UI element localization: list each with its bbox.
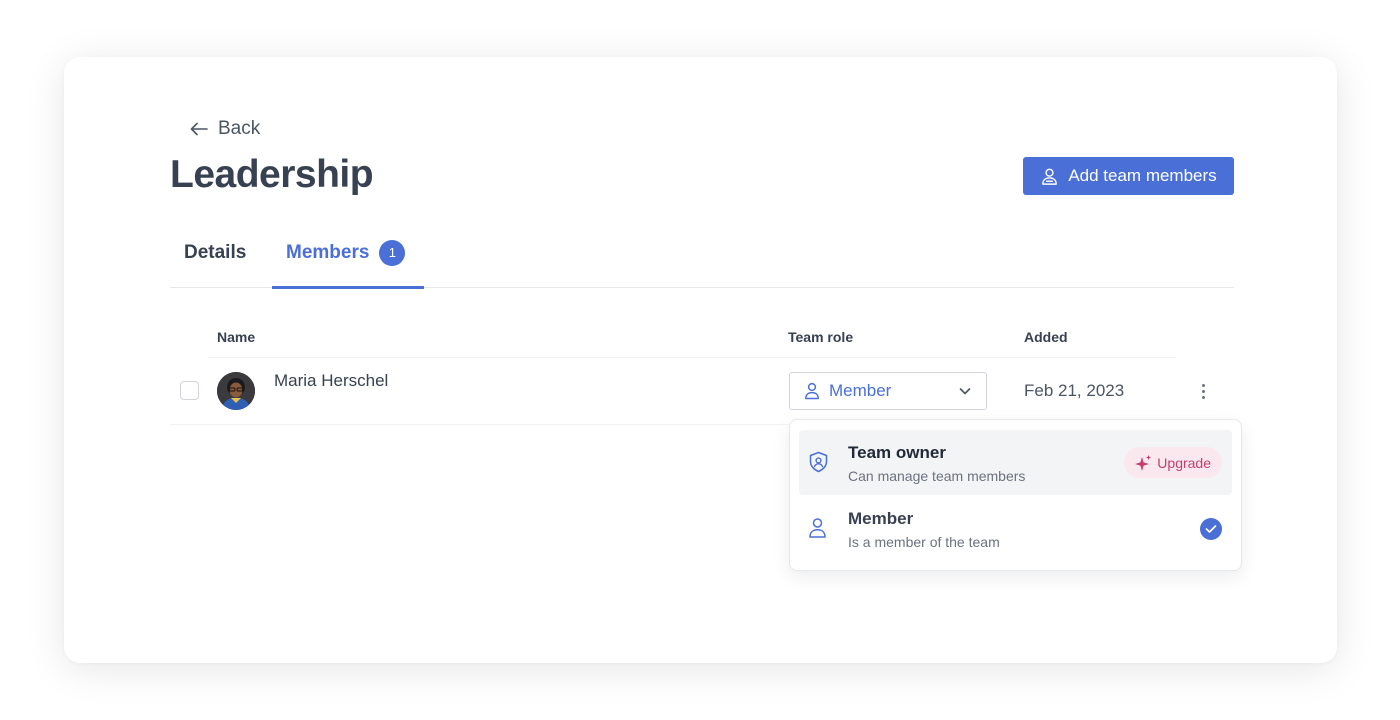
tab-details-label: Details	[184, 241, 247, 263]
tab-details[interactable]: Details	[184, 217, 246, 288]
header-divider	[208, 357, 1176, 358]
tab-members-label: Members	[286, 241, 370, 263]
role-option-description: Can manage team members	[848, 468, 1026, 484]
added-date: Feb 21, 2023	[1024, 381, 1125, 400]
team-role-select[interactable]: Member	[789, 372, 987, 410]
role-option-member[interactable]: Member Is a member of the team	[799, 496, 1232, 561]
add-user-icon	[1042, 168, 1058, 185]
back-label: Back	[218, 118, 261, 139]
avatar	[217, 372, 255, 410]
arrow-left-icon	[190, 122, 208, 136]
role-option-title: Team owner	[848, 443, 946, 462]
back-link[interactable]: Back	[190, 118, 260, 140]
member-name: Maria Herschel	[274, 371, 389, 390]
shield-user-icon	[809, 451, 828, 473]
add-team-members-label: Add team members	[1068, 166, 1217, 185]
sparkles-icon	[1135, 454, 1152, 471]
add-team-members-button[interactable]: Add team members	[1023, 157, 1234, 195]
user-icon	[809, 518, 826, 538]
upgrade-badge[interactable]: Upgrade	[1124, 447, 1222, 478]
tab-members[interactable]: Members 1	[272, 217, 424, 289]
row-checkbox[interactable]	[180, 381, 199, 400]
column-header-team-role: Team role	[788, 329, 854, 345]
role-dropdown-menu: Team owner Can manage team members Upgra…	[789, 419, 1242, 571]
column-header-added: Added	[1024, 329, 1068, 345]
row-actions-menu-icon[interactable]	[1192, 379, 1214, 403]
check-icon	[1200, 518, 1222, 540]
user-icon	[805, 382, 819, 400]
chevron-down-icon	[959, 388, 971, 395]
role-option-description: Is a member of the team	[848, 534, 1000, 550]
team-card: Back Leadership Add team members Details…	[64, 57, 1337, 663]
role-option-team-owner[interactable]: Team owner Can manage team members Upgra…	[799, 430, 1232, 495]
team-role-value: Member	[829, 381, 892, 400]
role-option-title: Member	[848, 509, 914, 528]
tab-bar: Details Members 1	[170, 217, 1234, 289]
members-count-badge: 1	[379, 239, 406, 266]
column-header-name: Name	[217, 329, 256, 345]
upgrade-label: Upgrade	[1157, 454, 1211, 471]
page-title: Leadership	[170, 153, 374, 196]
